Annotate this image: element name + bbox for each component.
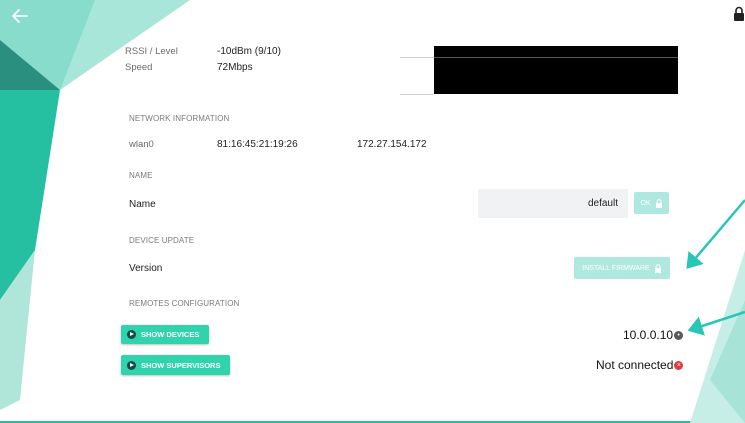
devices-status-text: 10.0.0.10 (623, 328, 674, 342)
chart-line-over (434, 57, 678, 58)
lock-icon (654, 263, 661, 273)
show-supervisors-label: SHOW SUPERVISORS (141, 360, 221, 370)
install-firmware-button[interactable]: INSTALL FIRMWARE (574, 257, 670, 279)
rssi-value: -10dBm (9/10) (217, 46, 281, 57)
name-label: Name (129, 199, 156, 210)
arrow-left-icon[interactable] (10, 7, 30, 25)
mac-address: 81:16:45:21:19:26 (217, 139, 298, 150)
devices-status: 10.0.0.10 • (623, 328, 684, 342)
ok-button[interactable]: OK (634, 192, 669, 214)
speed-label: Speed (125, 62, 153, 73)
play-icon (127, 360, 136, 370)
ok-button-label: OK (640, 199, 651, 207)
interface-name: wlan0 (129, 139, 154, 150)
version-label: Version (129, 263, 163, 274)
rssi-label: RSSI / Level (125, 46, 178, 57)
show-supervisors-button[interactable]: SHOW SUPERVISORS (121, 355, 230, 375)
update-section-title: DEVICE UPDATE (129, 236, 195, 245)
show-devices-label: SHOW DEVICES (141, 330, 200, 339)
supervisors-status-text: Not connected (596, 358, 674, 372)
install-firmware-label: INSTALL FIRMWARE (582, 264, 650, 272)
play-icon (127, 330, 136, 339)
lock-icon (734, 6, 744, 21)
supervisors-status: Not connected × (596, 358, 684, 372)
settings-screen: RSSI / Level -10dBm (9/10) Speed 72Mbps … (0, 0, 745, 423)
name-input[interactable]: default (478, 189, 628, 218)
show-devices-button[interactable]: SHOW DEVICES (121, 325, 209, 344)
chart-line-top (400, 57, 434, 58)
speed-value: 72Mbps (217, 62, 253, 73)
remotes-section-title: REMOTES CONFIGURATION (129, 299, 240, 308)
lock-icon (655, 198, 662, 208)
ip-address: 172.27.154.172 (357, 139, 427, 150)
chart-line-bottom (400, 94, 434, 95)
name-section-title: NAME (129, 171, 153, 180)
neutral-status-icon: • (674, 330, 684, 340)
error-status-icon: × (674, 360, 684, 370)
redacted-area (434, 46, 678, 94)
network-section-title: NETWORK INFORMATION (129, 114, 230, 123)
